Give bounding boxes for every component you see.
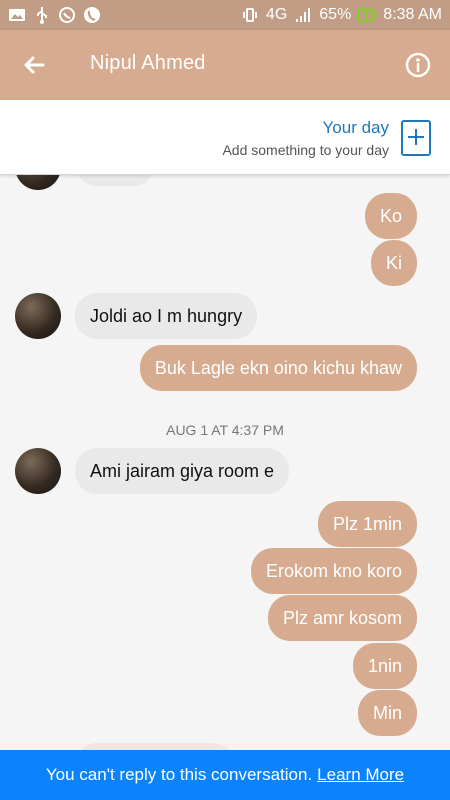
- vibrate-icon: [241, 6, 259, 24]
- your-day-subtitle: Add something to your day: [222, 142, 389, 158]
- sent-bubble-ki: Ki: [370, 240, 417, 286]
- info-icon[interactable]: [404, 51, 432, 79]
- your-day-panel[interactable]: Your day Add something to your day: [0, 100, 450, 175]
- whatsapp-icon: [58, 6, 76, 24]
- message-date: AUG 1 AT 4:37 PM: [166, 422, 284, 438]
- received-bubble-room: Ami jairam giya room e: [75, 448, 290, 494]
- battery-percent: 65%: [319, 6, 352, 23]
- phone-icon: [83, 6, 101, 24]
- clock: 8:38 AM: [383, 6, 442, 23]
- back-arrow-icon[interactable]: [18, 48, 52, 82]
- sent-bubble-plz-1min: Plz 1min: [317, 501, 417, 547]
- sent-bubble-ko: Ko: [364, 193, 417, 239]
- received-bubble-partial: [75, 174, 155, 186]
- app-bar: Nipul Ahmed: [0, 30, 450, 100]
- status-right-icons: 4G 65% 8:38 AM: [241, 6, 442, 24]
- plus-icon[interactable]: [401, 120, 431, 156]
- sent-bubble-kosom: Plz amr kosom: [267, 595, 417, 641]
- usb-icon: [33, 6, 51, 24]
- conversation-area[interactable]: Ko Ki Joldi ao I m hungry Buk Lagle ekn …: [0, 174, 450, 750]
- network-type: 4G: [265, 6, 288, 23]
- contact-name: Nipul Ahmed: [90, 52, 206, 74]
- sent-bubble-erokom: Erokom kno koro: [250, 548, 417, 594]
- gallery-icon: [8, 6, 26, 24]
- your-day-title: Your day: [322, 118, 389, 137]
- signal-icon: [294, 6, 312, 24]
- cannot-reply-message: You can't reply to this conversation.: [45, 765, 313, 784]
- sent-bubble-1nin: 1nin: [352, 643, 417, 689]
- cannot-reply-banner: You can't reply to this conversation. Le…: [0, 750, 450, 800]
- status-left-icons: [8, 6, 101, 24]
- contact-avatar: [15, 448, 61, 494]
- contact-avatar: [15, 293, 61, 339]
- battery-icon: [358, 6, 376, 24]
- received-bubble-hungry: Joldi ao I m hungry: [75, 293, 258, 339]
- learn-more-link[interactable]: Learn More: [317, 765, 404, 785]
- sent-bubble-min: Min: [357, 690, 417, 736]
- status-bar: 4G 65% 8:38 AM: [0, 0, 450, 30]
- contact-avatar: [15, 174, 61, 190]
- sent-bubble-buk: Buk Lagle ekn oino kichu khaw: [139, 345, 417, 391]
- received-bubble-partial: [75, 743, 235, 750]
